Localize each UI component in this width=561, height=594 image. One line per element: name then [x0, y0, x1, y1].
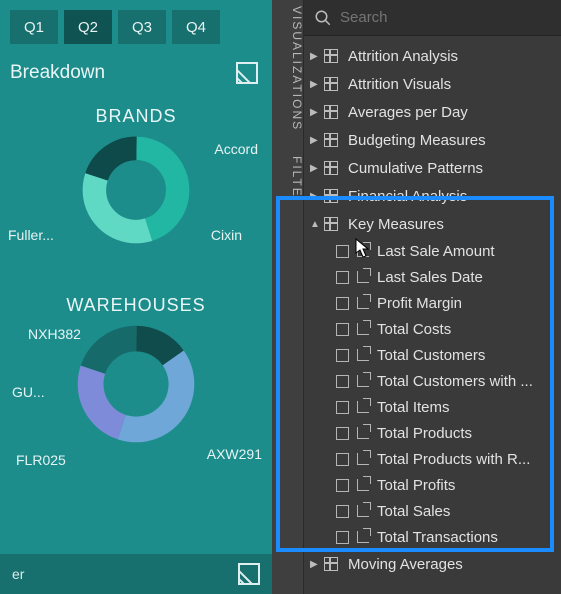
checkbox-icon[interactable]	[336, 297, 349, 310]
measure-icon	[357, 401, 369, 413]
measure-icon	[357, 427, 369, 439]
fields-tree: ▶Attrition Analysis ▶Attrition Visuals ▶…	[304, 42, 561, 578]
breakdown-header: Breakdown	[10, 62, 262, 84]
footer-bar: er	[0, 554, 272, 594]
checkbox-icon[interactable]	[336, 349, 349, 362]
checkbox-icon[interactable]	[336, 505, 349, 518]
warehouses-donut-icon	[76, 324, 196, 444]
checkbox-icon[interactable]	[336, 271, 349, 284]
measure-icon	[357, 531, 369, 543]
wh-label-flr: FLR025	[16, 452, 66, 468]
table-row[interactable]: ▶Attrition Analysis	[304, 42, 561, 70]
measure-row[interactable]: Total Sales	[304, 498, 561, 524]
table-icon	[324, 49, 338, 63]
table-icon	[324, 189, 338, 203]
checkbox-icon[interactable]	[336, 479, 349, 492]
measure-row[interactable]: Total Customers	[304, 342, 561, 368]
table-icon	[324, 557, 338, 571]
tab-q3[interactable]: Q3	[118, 10, 166, 44]
filters-tab-label: FILTE	[290, 156, 304, 198]
checkbox-icon[interactable]	[336, 427, 349, 440]
filter-icon[interactable]	[238, 563, 260, 585]
measure-row[interactable]: Total Items	[304, 394, 561, 420]
tab-q1[interactable]: Q1	[10, 10, 58, 44]
wh-label-gu: GU...	[12, 384, 45, 400]
table-row[interactable]: ▶Financial Analysis	[304, 182, 561, 210]
tab-q2[interactable]: Q2	[64, 10, 112, 44]
measure-row[interactable]: Total Transactions	[304, 524, 561, 550]
measure-row[interactable]: Last Sale Amount	[304, 238, 561, 264]
table-row[interactable]: ▶Moving Averages	[304, 550, 561, 578]
search-icon	[314, 9, 332, 27]
table-icon	[324, 77, 338, 91]
table-row[interactable]: ▶Cumulative Patterns	[304, 154, 561, 182]
side-rail[interactable]: VISUALIZATIONS FILTE	[272, 0, 304, 594]
measure-row[interactable]: Total Products with R...	[304, 446, 561, 472]
warehouses-chart-title: WAREHOUSES	[10, 295, 262, 316]
quarter-tabs: Q1 Q2 Q3 Q4	[10, 10, 262, 44]
brands-donut-icon	[81, 135, 191, 245]
measure-row[interactable]: Last Sales Date	[304, 264, 561, 290]
table-row[interactable]: ▶Budgeting Measures	[304, 126, 561, 154]
table-icon	[324, 105, 338, 119]
wh-label-axw: AXW291	[207, 446, 262, 462]
breakdown-title: Breakdown	[10, 62, 105, 84]
brands-label-fuller: Fuller...	[8, 227, 54, 243]
table-icon	[324, 161, 338, 175]
measure-row[interactable]: Total Customers with ...	[304, 368, 561, 394]
checkbox-icon[interactable]	[336, 531, 349, 544]
measure-row[interactable]: Profit Margin	[304, 290, 561, 316]
report-canvas: Q1 Q2 Q3 Q4 Breakdown BRANDS Accord Full…	[0, 0, 272, 594]
table-icon	[324, 217, 338, 231]
fields-search[interactable]	[304, 0, 561, 36]
brands-chart-title: BRANDS	[10, 106, 262, 127]
measure-row[interactable]: Total Costs	[304, 316, 561, 342]
measure-icon	[357, 297, 369, 309]
footer-text: er	[12, 566, 24, 582]
measure-icon	[357, 271, 369, 283]
measure-icon	[357, 375, 369, 387]
table-row-key-measures[interactable]: ▲Key Measures	[304, 210, 561, 238]
table-row[interactable]: ▶Attrition Visuals	[304, 70, 561, 98]
measure-icon	[357, 505, 369, 517]
measure-row[interactable]: Total Products	[304, 420, 561, 446]
measure-icon	[357, 245, 369, 257]
brands-chart[interactable]: BRANDS Accord Fuller... Cixin	[10, 106, 262, 285]
measure-icon	[357, 479, 369, 491]
key-measures-group: ▶Financial Analysis ▲Key Measures Last S…	[304, 182, 561, 550]
checkbox-icon[interactable]	[336, 401, 349, 414]
measure-icon	[357, 453, 369, 465]
brands-label-cixin: Cixin	[211, 227, 242, 243]
table-row[interactable]: ▶Averages per Day	[304, 98, 561, 126]
measure-row[interactable]: Total Profits	[304, 472, 561, 498]
checkbox-icon[interactable]	[336, 323, 349, 336]
search-input[interactable]	[340, 9, 551, 26]
checkbox-icon[interactable]	[336, 453, 349, 466]
wh-label-nxh: NXH382	[28, 326, 81, 342]
visualizations-tab-label: VISUALIZATIONS	[290, 6, 304, 131]
measure-icon	[357, 349, 369, 361]
filter-icon[interactable]	[236, 62, 258, 84]
tab-q4[interactable]: Q4	[172, 10, 220, 44]
brands-label-accord: Accord	[214, 141, 258, 157]
fields-panel: VISUALIZATIONS FILTE ▶Attrition Analysis…	[272, 0, 561, 594]
warehouses-chart[interactable]: WAREHOUSES NXH382 GU... FLR025 AXW291	[10, 295, 262, 494]
measure-icon	[357, 323, 369, 335]
table-icon	[324, 133, 338, 147]
checkbox-icon[interactable]	[336, 245, 349, 258]
checkbox-icon[interactable]	[336, 375, 349, 388]
